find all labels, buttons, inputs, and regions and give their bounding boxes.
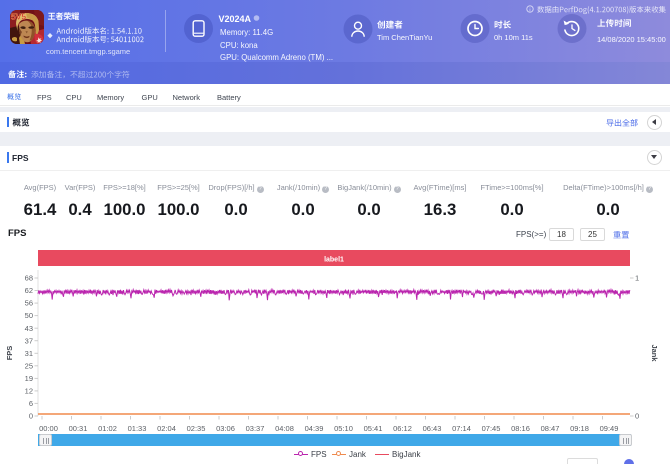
svg-text:08:47: 08:47 [541, 424, 560, 433]
svg-text:00:31: 00:31 [69, 424, 88, 433]
svg-text:56: 56 [25, 299, 33, 308]
svg-text:07:14: 07:14 [452, 424, 471, 433]
svg-text:43: 43 [25, 324, 33, 333]
svg-text:06:12: 06:12 [393, 424, 412, 433]
svg-text:05:10: 05:10 [334, 424, 353, 433]
svg-text:62: 62 [25, 286, 33, 295]
svg-text:06:43: 06:43 [423, 424, 442, 433]
svg-text:03:06: 03:06 [216, 424, 235, 433]
svg-text:6: 6 [29, 399, 33, 408]
svg-text:37: 37 [25, 336, 33, 345]
svg-text:19: 19 [25, 374, 33, 383]
svg-text:68: 68 [25, 274, 33, 283]
svg-text:31: 31 [25, 349, 33, 358]
svg-text:04:39: 04:39 [305, 424, 324, 433]
svg-text:12: 12 [25, 387, 33, 396]
svg-text:08:16: 08:16 [511, 424, 530, 433]
svg-text:09:49: 09:49 [600, 424, 619, 433]
svg-text:02:04: 02:04 [157, 424, 176, 433]
svg-text:01:33: 01:33 [128, 424, 147, 433]
svg-text:05:41: 05:41 [364, 424, 383, 433]
svg-text:07:45: 07:45 [482, 424, 501, 433]
svg-text:03:37: 03:37 [246, 424, 265, 433]
svg-text:0: 0 [29, 412, 33, 421]
svg-text:1: 1 [635, 274, 639, 283]
svg-text:Jank: Jank [650, 344, 659, 362]
svg-text:25: 25 [25, 361, 33, 370]
svg-text:FPS: FPS [5, 346, 14, 361]
svg-text:0: 0 [635, 412, 639, 421]
svg-text:09:18: 09:18 [570, 424, 589, 433]
svg-text:50: 50 [25, 311, 33, 320]
svg-text:01:02: 01:02 [98, 424, 117, 433]
svg-text:04:08: 04:08 [275, 424, 294, 433]
svg-text:00:00: 00:00 [39, 424, 58, 433]
svg-text:02:35: 02:35 [187, 424, 206, 433]
